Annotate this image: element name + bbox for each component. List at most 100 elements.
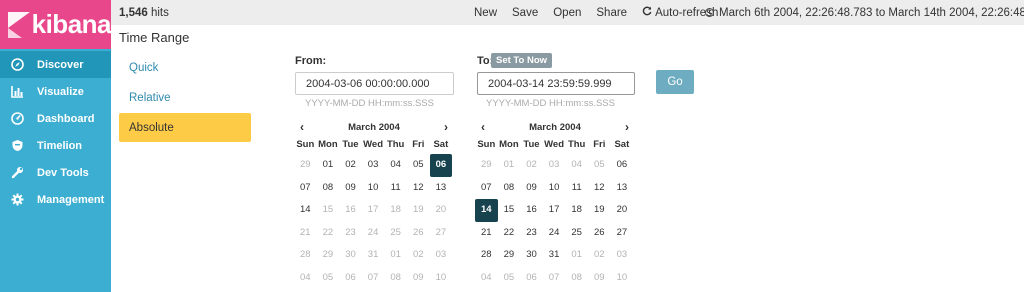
to-date-input[interactable] <box>477 72 635 95</box>
calendar-day[interactable]: 22 <box>498 222 521 245</box>
calendar-day[interactable]: 25 <box>384 222 407 245</box>
calendar-day[interactable]: 29 <box>294 154 317 177</box>
calendar-day[interactable]: 07 <box>475 177 498 200</box>
calendar-day[interactable]: 09 <box>339 177 362 200</box>
calendar-day[interactable]: 12 <box>588 177 611 200</box>
calendar-day[interactable]: 21 <box>475 222 498 245</box>
sidebar-item-management[interactable]: Management <box>0 186 111 213</box>
calendar-day[interactable]: 06 <box>520 267 543 290</box>
calendar-day[interactable]: 10 <box>430 267 453 290</box>
calendar-day[interactable]: 23 <box>520 222 543 245</box>
calendar-day[interactable]: 29 <box>498 244 521 267</box>
calendar-day[interactable]: 09 <box>520 177 543 200</box>
calendar-day[interactable]: 08 <box>317 177 340 200</box>
calendar-day[interactable]: 18 <box>565 199 588 222</box>
calendar-day[interactable]: 02 <box>588 244 611 267</box>
kibana-logo[interactable]: kibana <box>0 0 112 49</box>
calendar-day[interactable]: 30 <box>339 244 362 267</box>
calendar-day[interactable]: 29 <box>475 154 498 177</box>
calendar-day[interactable]: 15 <box>498 199 521 222</box>
calendar-day[interactable]: 20 <box>430 199 453 222</box>
sidebar-item-discover[interactable]: Discover <box>0 51 111 78</box>
calendar-day[interactable]: 31 <box>543 244 566 267</box>
calendar-day[interactable]: 05 <box>588 154 611 177</box>
calendar-day[interactable]: 17 <box>543 199 566 222</box>
calendar-day[interactable]: 27 <box>611 222 634 245</box>
calendar-day[interactable]: 22 <box>317 222 340 245</box>
sidebar-item-visualize[interactable]: Visualize <box>0 78 111 105</box>
from-date-input[interactable] <box>295 72 454 95</box>
calendar-day[interactable]: 01 <box>317 154 340 177</box>
calendar-day[interactable]: 04 <box>565 154 588 177</box>
calendar-day[interactable]: 08 <box>565 267 588 290</box>
calendar-day[interactable]: 05 <box>498 267 521 290</box>
sidebar-item-dev-tools[interactable]: Dev Tools <box>0 159 111 186</box>
save-button[interactable]: Save <box>512 7 538 19</box>
calendar-day[interactable]: 03 <box>543 154 566 177</box>
calendar-day[interactable]: 03 <box>611 244 634 267</box>
calendar-day[interactable]: 24 <box>543 222 566 245</box>
selected-day[interactable]: 06 <box>429 154 453 177</box>
calendar-day[interactable]: 06 <box>611 154 634 177</box>
chevron-right-icon[interactable]: › <box>619 120 635 134</box>
calendar-day[interactable]: 01 <box>498 154 521 177</box>
calendar-day[interactable]: 06 <box>339 267 362 290</box>
sidebar-item-dashboard[interactable]: Dashboard <box>0 105 111 132</box>
share-button[interactable]: Share <box>596 7 627 19</box>
calendar-day[interactable]: 13 <box>430 177 453 200</box>
calendar-day[interactable]: 31 <box>362 244 385 267</box>
calendar-day[interactable]: 30 <box>520 244 543 267</box>
calendar-day[interactable]: 26 <box>588 222 611 245</box>
calendar-day[interactable]: 28 <box>475 244 498 267</box>
calendar-day[interactable]: 19 <box>588 199 611 222</box>
calendar-day[interactable]: 04 <box>384 154 407 177</box>
tab-quick[interactable]: Quick <box>119 53 251 82</box>
calendar-day[interactable]: 27 <box>430 222 453 245</box>
calendar-day[interactable]: 20 <box>611 199 634 222</box>
month-label[interactable]: March 2004 <box>529 122 581 133</box>
calendar-day[interactable]: 13 <box>611 177 634 200</box>
calendar-day[interactable]: 10 <box>543 177 566 200</box>
calendar-day[interactable]: 08 <box>498 177 521 200</box>
calendar-day[interactable]: 11 <box>565 177 588 200</box>
calendar-day[interactable]: 12 <box>407 177 430 200</box>
calendar-day[interactable]: 15 <box>317 199 340 222</box>
calendar-day[interactable]: 04 <box>475 267 498 290</box>
go-button[interactable]: Go <box>656 70 694 94</box>
calendar-day[interactable]: 01 <box>565 244 588 267</box>
month-label[interactable]: March 2004 <box>348 122 400 133</box>
tab-relative[interactable]: Relative <box>119 83 251 112</box>
calendar-day[interactable]: 24 <box>362 222 385 245</box>
open-button[interactable]: Open <box>553 7 581 19</box>
calendar-day[interactable]: 11 <box>384 177 407 200</box>
calendar-day[interactable]: 05 <box>317 267 340 290</box>
calendar-day[interactable]: 07 <box>294 177 317 200</box>
selected-day[interactable]: 14 <box>475 199 498 222</box>
calendar-day[interactable]: 17 <box>362 199 385 222</box>
calendar-day[interactable]: 02 <box>407 244 430 267</box>
chevron-left-icon[interactable]: ‹ <box>475 120 491 134</box>
calendar-day[interactable]: 10 <box>611 267 634 290</box>
sidebar-item-timelion[interactable]: Timelion <box>0 132 111 159</box>
calendar-day[interactable]: 23 <box>339 222 362 245</box>
calendar-day[interactable]: 26 <box>407 222 430 245</box>
calendar-day[interactable]: 28 <box>294 244 317 267</box>
calendar-day[interactable]: 01 <box>384 244 407 267</box>
calendar-day[interactable]: 16 <box>520 199 543 222</box>
calendar-day[interactable]: 03 <box>430 244 453 267</box>
calendar-day[interactable]: 07 <box>543 267 566 290</box>
calendar-day[interactable]: 08 <box>384 267 407 290</box>
calendar-day[interactable]: 04 <box>294 267 317 290</box>
calendar-day[interactable]: 25 <box>565 222 588 245</box>
chevron-right-icon[interactable]: › <box>438 120 454 134</box>
calendar-day[interactable]: 02 <box>520 154 543 177</box>
calendar-day[interactable]: 29 <box>317 244 340 267</box>
calendar-day[interactable]: 18 <box>384 199 407 222</box>
calendar-day[interactable]: 02 <box>339 154 362 177</box>
calendar-day[interactable]: 07 <box>362 267 385 290</box>
calendar-day[interactable]: 10 <box>362 177 385 200</box>
calendar-day[interactable]: 09 <box>588 267 611 290</box>
chevron-left-icon[interactable]: ‹ <box>294 120 310 134</box>
set-to-now-button[interactable]: Set To Now <box>491 53 553 68</box>
time-picker-toggle[interactable]: March 6th 2004, 22:26:48.783 to March 14… <box>705 7 1024 19</box>
